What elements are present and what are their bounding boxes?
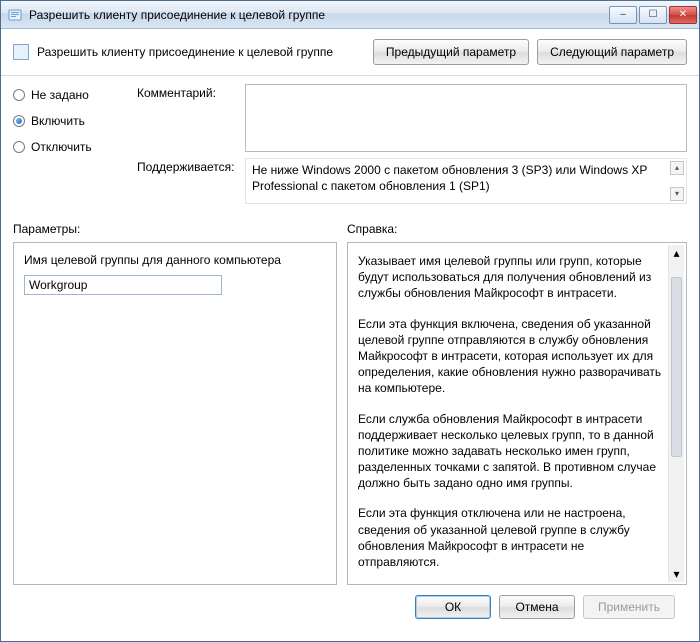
comment-row: Комментарий:	[137, 84, 687, 152]
close-button[interactable]: ✕	[669, 6, 697, 24]
top-row: Не задано Включить Отключить Комментарий…	[13, 84, 687, 204]
radio-label-enabled: Включить	[31, 114, 85, 128]
radio-icon	[13, 115, 25, 127]
nav-buttons: Предыдущий параметр Следующий параметр	[373, 39, 687, 65]
supported-box: Не ниже Windows 2000 с пакетом обновлени…	[245, 158, 687, 204]
cancel-button[interactable]: Отмена	[499, 595, 575, 619]
radio-enabled[interactable]: Включить	[13, 110, 121, 132]
maximize-button[interactable]: ☐	[639, 6, 667, 24]
footer: ОК Отмена Применить	[13, 585, 687, 629]
next-setting-button[interactable]: Следующий параметр	[537, 39, 687, 65]
supported-row: Поддерживается: Не ниже Windows 2000 с п…	[137, 158, 687, 204]
window-title: Разрешить клиенту присоединение к целево…	[29, 8, 609, 22]
target-group-label: Имя целевой группы для данного компьютер…	[24, 253, 326, 267]
cancel-label: Отмена	[515, 600, 558, 614]
scroll-thumb[interactable]	[671, 277, 682, 457]
options-panel-inner: Имя целевой группы для данного компьютер…	[14, 243, 336, 584]
maximize-icon: ☐	[649, 9, 658, 20]
scroll-up-icon: ▴	[669, 245, 684, 261]
minimize-button[interactable]: –	[609, 6, 637, 24]
options-panel: Имя целевой группы для данного компьютер…	[13, 242, 337, 585]
scroll-down-icon: ▾	[670, 187, 684, 201]
ok-label: ОК	[445, 600, 461, 614]
body: Не задано Включить Отключить Комментарий…	[1, 76, 699, 629]
help-scrollbar[interactable]: ▴ ▾	[668, 245, 684, 582]
comment-label: Комментарий:	[137, 84, 237, 152]
radio-not-configured[interactable]: Не задано	[13, 84, 121, 106]
radio-disabled[interactable]: Отключить	[13, 136, 121, 158]
close-icon: ✕	[679, 9, 687, 20]
supported-scrollbar[interactable]: ▴ ▾	[670, 161, 684, 201]
options-title: Параметры:	[13, 222, 337, 236]
scroll-up-icon: ▴	[670, 161, 684, 175]
help-p3: Если служба обновления Майкрософт в интр…	[358, 411, 668, 492]
supported-label: Поддерживается:	[137, 158, 237, 204]
header: Разрешить клиенту присоединение к целево…	[1, 29, 699, 76]
page-title: Разрешить клиенту присоединение к целево…	[37, 45, 333, 59]
help-p1: Указывает имя целевой группы или групп, …	[358, 253, 668, 302]
right-fields: Комментарий: Поддерживается: Не ниже Win…	[137, 84, 687, 204]
radio-label-not-configured: Не задано	[31, 88, 89, 102]
previous-setting-button[interactable]: Предыдущий параметр	[373, 39, 529, 65]
titlebar[interactable]: Разрешить клиенту присоединение к целево…	[1, 1, 699, 29]
radio-icon	[13, 89, 25, 101]
content: Разрешить клиенту присоединение к целево…	[1, 29, 699, 629]
comment-input[interactable]	[245, 84, 687, 152]
minimize-icon: –	[620, 9, 626, 20]
help-p2: Если эта функция включена, сведения об у…	[358, 316, 668, 397]
ok-button[interactable]: ОК	[415, 595, 491, 619]
radio-icon	[13, 141, 25, 153]
apply-label: Применить	[598, 600, 660, 614]
scroll-down-icon: ▾	[669, 566, 684, 582]
help-section: Справка: Указывает имя целевой группы ил…	[347, 222, 687, 585]
radio-label-disabled: Отключить	[31, 140, 92, 154]
policy-small-icon	[13, 44, 29, 60]
window: Разрешить клиенту присоединение к целево…	[0, 0, 700, 642]
help-panel: Указывает имя целевой группы или групп, …	[347, 242, 687, 585]
window-buttons: – ☐ ✕	[609, 6, 697, 24]
previous-setting-label: Предыдущий параметр	[386, 45, 516, 59]
help-body: Указывает имя целевой группы или групп, …	[348, 243, 686, 584]
target-group-input[interactable]	[24, 275, 222, 295]
help-title: Справка:	[347, 222, 687, 236]
header-left: Разрешить клиенту присоединение к целево…	[13, 44, 333, 60]
sections: Параметры: Имя целевой группы для данног…	[13, 222, 687, 585]
policy-icon	[7, 7, 23, 23]
supported-text: Не ниже Windows 2000 с пакетом обновлени…	[252, 163, 647, 193]
apply-button[interactable]: Применить	[583, 595, 675, 619]
state-radios: Не задано Включить Отключить	[13, 84, 121, 204]
help-p4: Если эта функция отключена или не настро…	[358, 505, 668, 570]
next-setting-label: Следующий параметр	[550, 45, 674, 59]
options-section: Параметры: Имя целевой группы для данног…	[13, 222, 337, 585]
